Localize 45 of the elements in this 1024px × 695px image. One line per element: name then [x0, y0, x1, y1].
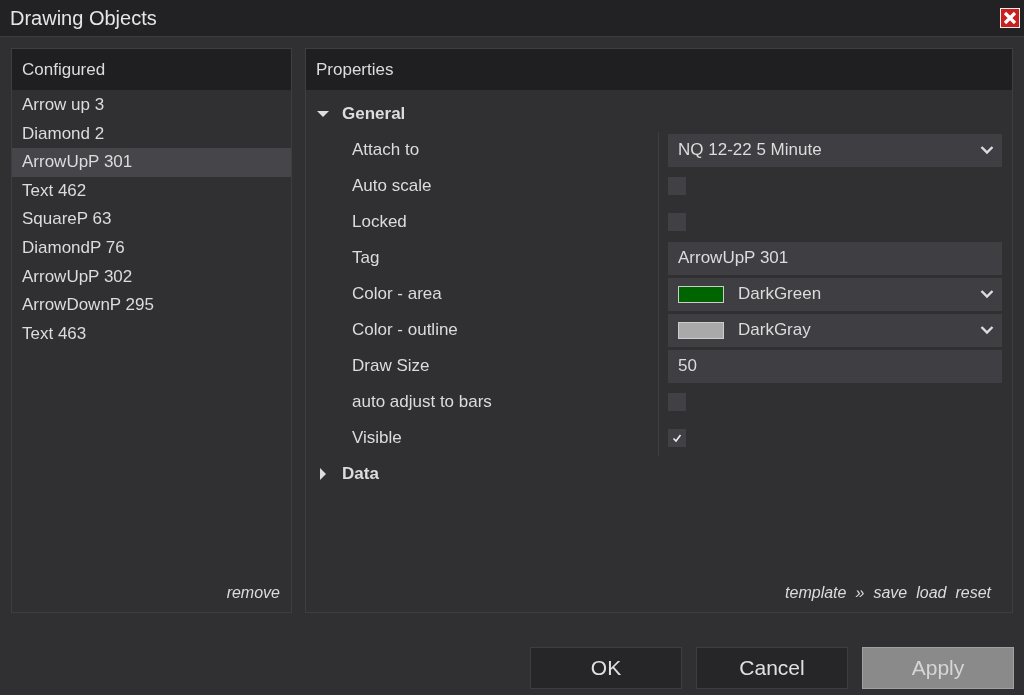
list-item[interactable]: ArrowDownP 295 — [12, 291, 291, 320]
template-link[interactable]: template — [785, 584, 847, 602]
dropdown-field[interactable]: NQ 12-22 5 Minute — [668, 133, 1002, 167]
dialog-button[interactable]: Cancel — [696, 647, 848, 689]
property-label: Auto scale — [306, 168, 659, 204]
chevron-down-icon — [980, 325, 994, 335]
property-label: Color - outline — [306, 312, 659, 348]
section-header[interactable]: Data — [306, 456, 1012, 492]
caret-right-icon — [317, 468, 329, 480]
input-field[interactable]: 50 — [668, 349, 1002, 383]
checkbox[interactable] — [668, 429, 686, 447]
color-dropdown[interactable]: DarkGreen — [668, 277, 1002, 311]
chevron-down-icon — [980, 145, 994, 155]
property-label: Tag — [306, 240, 659, 276]
panel-header: Configured — [12, 49, 291, 90]
window-title: Drawing Objects — [10, 6, 157, 30]
dialog-button[interactable]: OK — [530, 647, 682, 689]
property-label: Attach to — [306, 132, 659, 168]
list-item[interactable]: SquareP 63 — [12, 205, 291, 234]
property-label: Draw Size — [306, 348, 659, 384]
chevron-down-icon — [980, 289, 994, 299]
separator: » — [855, 584, 865, 602]
list-item[interactable]: Text 463 — [12, 319, 291, 349]
color-dropdown[interactable]: DarkGray — [668, 313, 1002, 347]
checkmark-icon — [672, 433, 682, 443]
close-icon — [1000, 8, 1020, 28]
list-item[interactable]: ArrowUpP 302 — [12, 262, 291, 292]
property-label: Locked — [306, 204, 659, 240]
caret-down-icon — [317, 108, 329, 120]
list-item[interactable]: Text 462 — [12, 176, 291, 206]
property-label: auto adjust to bars — [306, 384, 659, 420]
list-item[interactable]: Diamond 2 — [12, 119, 291, 149]
close-button[interactable] — [1000, 8, 1020, 28]
footer-link[interactable]: load — [916, 584, 947, 602]
footer-link[interactable]: save — [873, 584, 908, 602]
input-field[interactable]: ArrowUpP 301 — [668, 241, 1002, 275]
remove-link[interactable]: remove — [226, 584, 280, 602]
list-item[interactable]: ArrowUpP 301 — [12, 148, 291, 177]
footer-link[interactable]: reset — [955, 584, 991, 602]
list-item[interactable]: DiamondP 76 — [12, 233, 291, 263]
property-label: Color - area — [306, 276, 659, 312]
section-header[interactable]: General — [306, 96, 1012, 132]
panel-header: Properties — [306, 49, 1012, 90]
list-item[interactable]: Arrow up 3 — [12, 91, 291, 120]
property-label: Visible — [306, 420, 659, 456]
